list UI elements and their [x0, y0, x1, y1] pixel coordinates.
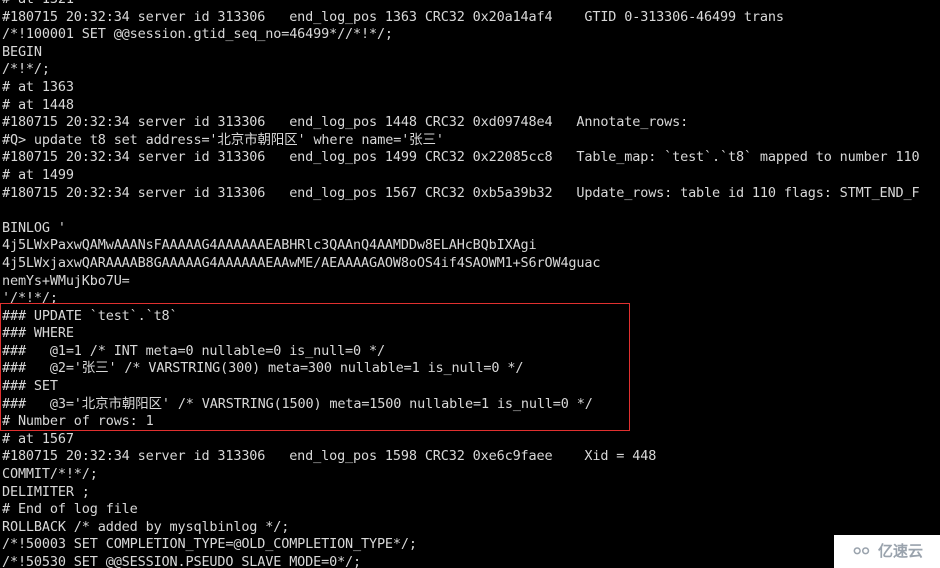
cloud-logo-icon — [851, 544, 875, 559]
terminal-line: ### @2='张三' /* VARSTRING(300) meta=300 n… — [2, 360, 524, 377]
terminal-line: ### UPDATE `test`.`t8` — [2, 307, 178, 324]
terminal-line: ### SET — [2, 378, 58, 395]
terminal-line: # End of log file — [2, 501, 138, 518]
terminal-line: DELIMITER ; — [2, 483, 90, 500]
terminal-line: BEGIN — [2, 43, 42, 60]
terminal-line: #180715 20:32:34 server id 313306 end_lo… — [2, 149, 920, 166]
terminal-line: # at 1499 — [2, 166, 74, 183]
terminal-line: # at 1363 — [2, 78, 74, 95]
terminal-line: BINLOG ' — [2, 219, 66, 236]
terminal-line: /*!50003 SET COMPLETION_TYPE=@OLD_COMPLE… — [2, 536, 417, 553]
terminal-line: # at 1321 — [2, 0, 940, 9]
terminal-line: #180715 20:32:34 server id 313306 end_lo… — [2, 184, 920, 201]
watermark-label: 亿速云 — [877, 541, 923, 560]
terminal-line: ### @1=1 /* INT meta=0 nullable=0 is_nul… — [2, 342, 385, 359]
terminal-line: #180715 20:32:34 server id 313306 end_lo… — [2, 114, 689, 131]
terminal-window[interactable]: # at 1321 #180715 20:32:34 server id 313… — [0, 0, 940, 568]
terminal-line: #Q> update t8 set address='北京市朝阳区' where… — [2, 131, 444, 148]
terminal-line: ### @3='北京市朝阳区' /* VARSTRING(1500) meta=… — [2, 395, 593, 412]
watermark: 亿速云 — [834, 535, 940, 568]
terminal-line: # at 1448 — [2, 96, 74, 113]
terminal-line: #180715 20:32:34 server id 313306 end_lo… — [2, 448, 657, 465]
terminal-line: '/*!*/; — [2, 290, 58, 307]
terminal-line: nemYs+WMujKbo7U= — [2, 272, 130, 289]
terminal-output: # at 1321 #180715 20:32:34 server id 313… — [2, 0, 940, 568]
terminal-line: ROLLBACK /* added by mysqlbinlog */; — [2, 518, 290, 535]
terminal-line: /*!50530 SET @@SESSION.PSEUDO_SLAVE_MODE… — [2, 554, 361, 568]
terminal-line: COMMIT/*!*/; — [2, 466, 98, 483]
terminal-line: #180715 20:32:34 server id 313306 end_lo… — [2, 8, 784, 25]
terminal-line: 4j5LWxjaxwQARAAAAB8GAAAAAG4AAAAAAEAAwME/… — [2, 254, 601, 271]
terminal-line: /*!100001 SET @@session.gtid_seq_no=4649… — [2, 26, 393, 43]
terminal-line: # Number of rows: 1 — [2, 413, 154, 430]
terminal-line: /*!*/; — [2, 61, 50, 78]
terminal-line: # at 1567 — [2, 430, 74, 447]
terminal-line: ### WHERE — [2, 325, 74, 342]
terminal-line: 4j5LWxPaxwQAMwAAANsFAAAAAG4AAAAAAEABHRlc… — [2, 237, 537, 254]
